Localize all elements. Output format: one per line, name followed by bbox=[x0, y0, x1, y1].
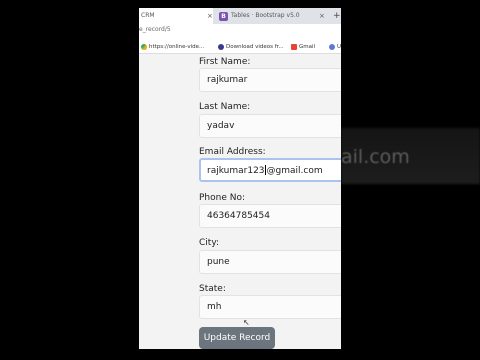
email-field[interactable]: rajkumar123 @gmail.com bbox=[199, 158, 341, 182]
download-icon bbox=[218, 43, 224, 50]
state-value: mh bbox=[207, 302, 222, 312]
left-blur-panel bbox=[0, 0, 139, 360]
tab-crm-label: CRM bbox=[141, 12, 155, 19]
tab-strip: CRM × B Tables · Bootstrap v5.0 × + bbox=[139, 8, 341, 24]
google-drive-icon bbox=[141, 43, 147, 50]
phone-field[interactable]: 46364785454 bbox=[199, 204, 341, 228]
bookmark-label: Gmail bbox=[299, 44, 316, 50]
email-value: rajkumar123 @gmail.com bbox=[207, 165, 323, 176]
browser-window: CRM × B Tables · Bootstrap v5.0 × + e_re… bbox=[139, 0, 341, 360]
phone-label: Phone No: bbox=[199, 193, 246, 203]
bookmark-icon bbox=[329, 43, 335, 50]
right-blur-panel: ail.com bbox=[341, 0, 480, 360]
update-record-button[interactable]: Update Record bbox=[199, 327, 275, 349]
tab-tables-bootstrap[interactable]: B Tables · Bootstrap v5.0 × bbox=[217, 8, 327, 24]
bookmark-label: Download videos fr... bbox=[226, 44, 284, 50]
bookmark-label: U bbox=[337, 44, 341, 50]
bookmarks-bar: https://online-vide... Download videos f… bbox=[139, 40, 341, 54]
bookmark-label: https://online-vide... bbox=[149, 44, 205, 50]
first-name-label: First Name: bbox=[199, 57, 251, 67]
bookmark-u[interactable]: U bbox=[329, 42, 341, 52]
first-name-value: rajkumar bbox=[207, 75, 248, 85]
city-field[interactable]: pune bbox=[199, 250, 341, 274]
top-letterbox bbox=[139, 0, 341, 8]
bookmark-online-video[interactable]: https://online-vide... bbox=[141, 42, 204, 52]
first-name-field[interactable]: rajkumar bbox=[199, 68, 341, 92]
bottom-letterbox bbox=[139, 349, 341, 360]
phone-value: 46364785454 bbox=[207, 211, 270, 221]
bookmark-download-videos[interactable]: Download videos fr... bbox=[218, 42, 284, 52]
email-value-after-caret: @gmail.com bbox=[266, 166, 323, 176]
gmail-icon bbox=[291, 43, 297, 50]
new-tab-plus-icon[interactable]: + bbox=[333, 8, 341, 24]
address-bar[interactable]: e_record/5 bbox=[139, 24, 341, 40]
email-label: Email Address: bbox=[199, 147, 266, 157]
page-content: First Name: rajkumar Last Name: yadav Em… bbox=[139, 54, 341, 360]
city-value: pune bbox=[207, 257, 230, 267]
last-name-value: yadav bbox=[207, 121, 235, 131]
state-label: State: bbox=[199, 284, 226, 294]
bootstrap-icon: B bbox=[219, 12, 228, 21]
blurred-email-text: ail.com bbox=[341, 146, 410, 168]
close-icon[interactable]: × bbox=[207, 8, 213, 24]
tab-crm[interactable]: CRM × bbox=[139, 8, 213, 24]
city-label: City: bbox=[199, 238, 220, 248]
url-text: e_record/5 bbox=[139, 26, 171, 33]
last-name-field[interactable]: yadav bbox=[199, 114, 341, 138]
mouse-pointer-icon: ↖ bbox=[243, 318, 250, 327]
tab-tables-label: Tables · Bootstrap v5.0 bbox=[231, 12, 300, 19]
state-field[interactable]: mh bbox=[199, 295, 341, 319]
close-icon[interactable]: × bbox=[319, 8, 325, 24]
email-value-before-caret: rajkumar123 bbox=[207, 166, 265, 176]
bookmark-gmail[interactable]: Gmail bbox=[291, 42, 315, 52]
last-name-label: Last Name: bbox=[199, 102, 251, 112]
